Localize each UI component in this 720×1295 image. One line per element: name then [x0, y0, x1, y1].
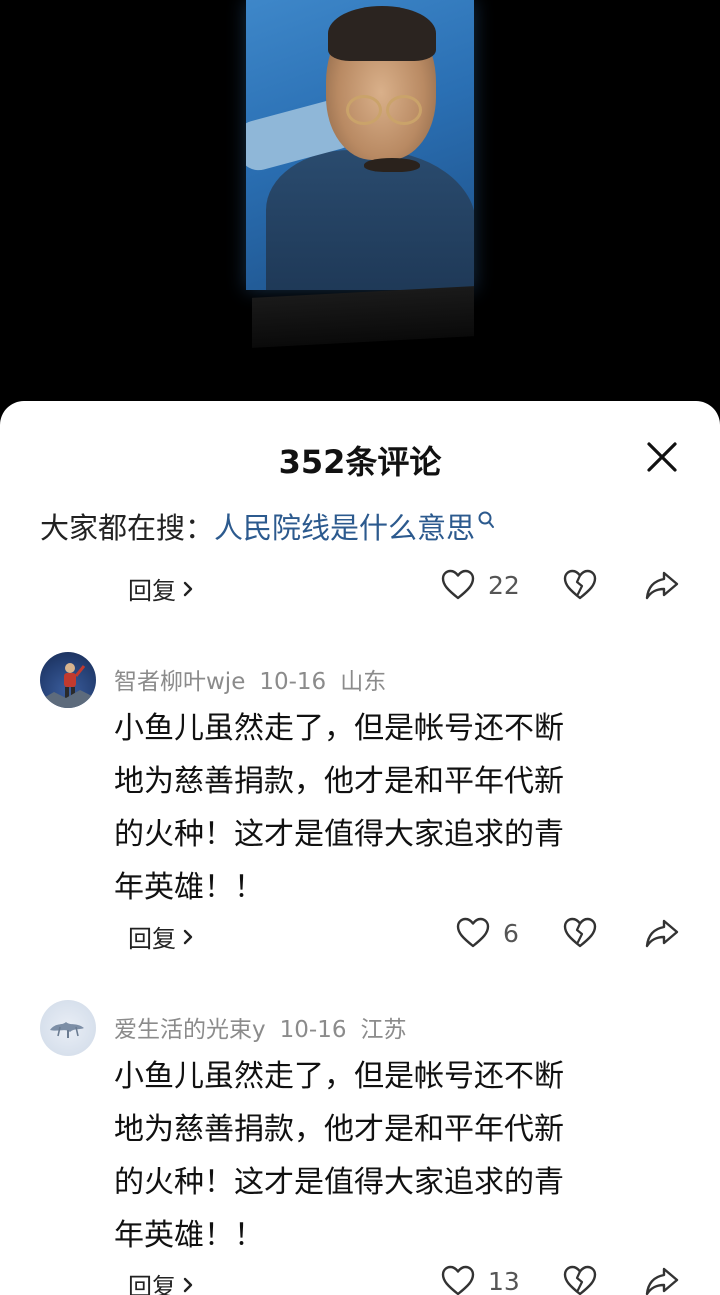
- chevron-right-icon: [183, 1277, 193, 1292]
- broken-heart-icon[interactable]: [562, 915, 598, 951]
- like-count: 13: [488, 1267, 520, 1295]
- broken-heart-icon[interactable]: [562, 567, 598, 603]
- close-button[interactable]: [642, 437, 682, 477]
- heart-icon[interactable]: [455, 915, 491, 951]
- comment-actions: 回复 13: [0, 1263, 720, 1295]
- share-icon[interactable]: [644, 915, 680, 951]
- close-icon: [647, 442, 677, 472]
- avatar-image: [50, 1022, 84, 1038]
- comment-line: 地为慈善捐款，他才是和平年代新: [114, 1112, 564, 1147]
- comment-location: 山东: [340, 669, 387, 695]
- comment-line: 的火种！这才是值得大家追求的青: [114, 1165, 564, 1200]
- chevron-right-icon: [183, 929, 193, 944]
- video-player[interactable]: [0, 0, 720, 420]
- comment-meta: 爱生活的光束y 10-16 江苏: [114, 1010, 420, 1044]
- video-figure-mustache: [364, 158, 420, 172]
- comment-date: 10-16: [279, 1017, 347, 1043]
- comment-count-title: 352条评论: [278, 443, 442, 481]
- video-frame: [246, 0, 474, 290]
- video-figure-glasses: [386, 95, 422, 125]
- comment-actions: 回复 22: [0, 567, 720, 611]
- reply-button[interactable]: 回复: [128, 1267, 194, 1295]
- reply-label: 回复: [128, 577, 176, 605]
- trending-search-link[interactable]: 人民院线是什么意思: [214, 511, 475, 545]
- reply-button[interactable]: 回复: [128, 919, 194, 954]
- heart-icon[interactable]: [440, 567, 476, 603]
- comment-panel: 352条评论 大家都在搜：人民院线是什么意思 回复 22 智者柳叶wje 10-…: [0, 401, 720, 1295]
- heart-icon[interactable]: [440, 1263, 476, 1295]
- video-figure-body: [266, 150, 474, 290]
- reply-label: 回复: [128, 1273, 176, 1295]
- comment-text: 小鱼儿虽然走了，但是帐号还不断 地为慈善捐款，他才是和平年代新 的火种！这才是值…: [114, 702, 674, 914]
- comment-meta: 智者柳叶wje 10-16 山东: [114, 662, 400, 696]
- share-icon[interactable]: [644, 1263, 680, 1295]
- comment-line: 小鱼儿虽然走了，但是帐号还不断: [114, 1059, 564, 1094]
- app-root: 352条评论 大家都在搜：人民院线是什么意思 回复 22 智者柳叶wje 10-…: [0, 0, 720, 1295]
- reply-button[interactable]: 回复: [128, 571, 194, 606]
- trending-search: 大家都在搜：人民院线是什么意思: [40, 505, 497, 547]
- broken-heart-icon[interactable]: [562, 1263, 598, 1295]
- comment-line: 年英雄！！: [114, 1218, 264, 1253]
- comment-actions: 回复 6: [0, 915, 720, 959]
- comment-date: 10-16: [259, 669, 327, 695]
- like-count: 22: [488, 571, 520, 600]
- video-figure-glasses: [346, 95, 382, 125]
- comment-line: 小鱼儿虽然走了，但是帐号还不断: [114, 711, 564, 746]
- share-icon[interactable]: [644, 567, 680, 603]
- comment-text: 小鱼儿虽然走了，但是帐号还不断 地为慈善捐款，他才是和平年代新 的火种！这才是值…: [114, 1050, 674, 1262]
- search-icon[interactable]: [477, 505, 497, 539]
- trending-search-prefix: 大家都在搜：: [40, 511, 215, 545]
- avatar[interactable]: [40, 1000, 96, 1056]
- comment-username[interactable]: 爱生活的光束y: [114, 1017, 266, 1043]
- comment-line: 地为慈善捐款，他才是和平年代新: [114, 764, 564, 799]
- chevron-right-icon: [183, 581, 193, 596]
- like-count: 6: [503, 919, 519, 948]
- avatar-image: [40, 663, 96, 708]
- comment-line: 年英雄！！: [114, 870, 264, 905]
- reply-label: 回复: [128, 925, 176, 953]
- avatar[interactable]: [40, 652, 96, 708]
- comment-username[interactable]: 智者柳叶wje: [114, 669, 245, 695]
- screen-stand: [252, 286, 474, 348]
- comment-line: 的火种！这才是值得大家追求的青: [114, 817, 564, 852]
- video-figure-hair: [328, 6, 436, 61]
- comment-location: 江苏: [360, 1017, 407, 1043]
